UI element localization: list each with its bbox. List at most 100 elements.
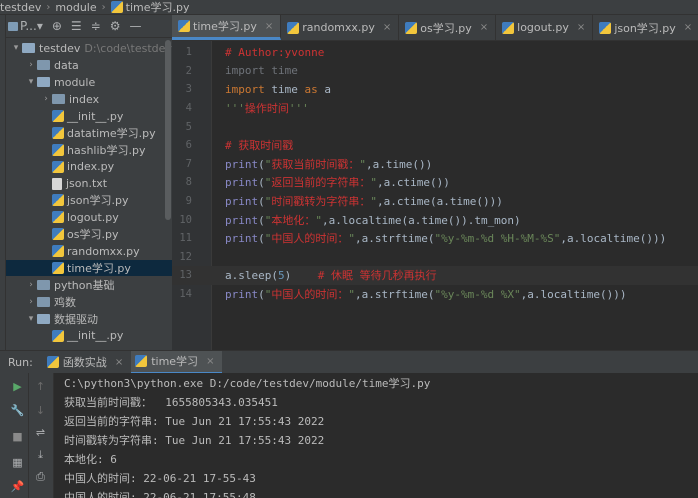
expand-all-icon[interactable]: ≑ bbox=[91, 19, 101, 33]
console-line: 本地化: 6 bbox=[64, 453, 117, 466]
code-line[interactable]: 14 print("中国人的时间：",a.strftime("%y-%m-%d %… bbox=[172, 285, 698, 304]
console-line: 获取当前时间戳： 1655805343.035451 bbox=[64, 396, 278, 409]
print-icon[interactable]: ⎙ bbox=[33, 469, 48, 484]
close-icon[interactable]: × bbox=[480, 22, 488, 33]
tree-item[interactable]: index.py bbox=[6, 158, 172, 175]
close-icon[interactable]: × bbox=[206, 356, 214, 367]
run-console[interactable]: C:\python3\python.exe D:/code/testdev/mo… bbox=[54, 373, 698, 498]
code-line[interactable]: 12 bbox=[172, 248, 698, 267]
close-icon[interactable]: × bbox=[265, 21, 273, 32]
close-icon[interactable]: × bbox=[383, 22, 391, 33]
wrench-icon[interactable]: 🔧 bbox=[10, 403, 25, 418]
code-line[interactable]: 5 bbox=[172, 117, 698, 136]
tree-item[interactable]: logout.py bbox=[6, 209, 172, 226]
editor-tab-label: logout.py bbox=[517, 21, 569, 34]
tree-item[interactable]: datatime学习.py bbox=[6, 124, 172, 141]
tree-item[interactable]: ▾ 数据驱动 bbox=[6, 310, 172, 327]
tree-item[interactable]: randomxx.py bbox=[6, 243, 172, 260]
code-line[interactable]: 4 '''操作时间''' bbox=[172, 99, 698, 118]
editor-tab[interactable]: logout.py × bbox=[496, 15, 594, 40]
code-text: import time as a bbox=[225, 83, 331, 96]
tree-item[interactable]: hashlib学习.py bbox=[6, 141, 172, 158]
editor-tab-label: json学习.py bbox=[614, 21, 676, 35]
stop-icon[interactable]: ■ bbox=[10, 429, 25, 444]
tree-item[interactable]: __init__.py bbox=[6, 327, 172, 344]
run-tab[interactable]: time学习 × bbox=[131, 350, 223, 374]
line-number: 12 bbox=[179, 250, 192, 263]
minimize-icon[interactable]: — bbox=[130, 19, 142, 33]
scroll-to-end-icon[interactable]: ⤓ bbox=[33, 447, 48, 462]
code-text: print("中国人的时间：",a.strftime("%y-%m-%d %X"… bbox=[225, 286, 627, 302]
code-line[interactable]: 8 print("返回当前的字符串：",a.ctime()) bbox=[172, 173, 698, 192]
folder-icon bbox=[22, 43, 35, 54]
code-line[interactable]: 3 import time as a bbox=[172, 80, 698, 99]
code-line[interactable]: 9 print("时间戳转为字符串：",a.ctime(a.time())) bbox=[172, 192, 698, 211]
chevron-right-icon: › bbox=[46, 1, 51, 13]
gear-icon[interactable]: ⚙ bbox=[110, 19, 121, 33]
tree-item[interactable]: › 鸡数 bbox=[6, 293, 172, 310]
arrow-down-icon[interactable]: ↓ bbox=[33, 403, 48, 418]
project-view-selector[interactable]: P... ▾ bbox=[8, 19, 43, 33]
code-token: ,a.ctime()) bbox=[377, 176, 450, 190]
close-icon[interactable]: × bbox=[684, 22, 692, 33]
tree-item[interactable]: json.txt bbox=[6, 175, 172, 192]
breadcrumb-file[interactable]: time学习.py bbox=[110, 0, 189, 15]
tree-item[interactable]: › python基础 bbox=[6, 276, 172, 293]
run-panel-header: Run: 函数实战 × time学习 × bbox=[0, 350, 698, 374]
code-line[interactable]: 1 # Author:yvonne bbox=[172, 43, 698, 62]
editor-tab[interactable]: time学习.py × bbox=[172, 15, 282, 40]
code-line[interactable]: 11 print("中国人的时间：",a.strftime("%y-%m-%d %… bbox=[172, 229, 698, 248]
code-text: print("本地化：",a.localtime(a.time()).tm_mo… bbox=[225, 212, 521, 228]
code-token: ,a.ctime(a.time())) bbox=[377, 195, 503, 209]
breadcrumb-project[interactable]: testdev bbox=[0, 1, 41, 14]
chevron-right-icon: › bbox=[101, 1, 106, 13]
code-token: " bbox=[370, 195, 377, 209]
close-icon[interactable]: × bbox=[577, 22, 585, 33]
folder-icon bbox=[37, 60, 50, 71]
close-icon[interactable]: × bbox=[115, 357, 123, 368]
tree-item[interactable]: ▾ module bbox=[6, 74, 172, 91]
breadcrumb-folder[interactable]: module bbox=[55, 1, 96, 14]
run-icon[interactable]: ▶ bbox=[10, 379, 25, 394]
tree-item-label: testdev bbox=[39, 41, 81, 55]
locate-file-icon[interactable]: ⊕ bbox=[52, 19, 62, 33]
pin-icon[interactable]: 📌 bbox=[10, 479, 25, 494]
code-token: ) bbox=[284, 269, 318, 283]
code-line[interactable]: 13 a.sleep(5) # 休眠 等待几秒再执行 bbox=[172, 266, 698, 285]
line-number: 7 bbox=[185, 157, 192, 170]
soft-wrap-icon[interactable]: ⇌ bbox=[33, 425, 48, 440]
tree-item-label: logout.py bbox=[67, 210, 119, 224]
run-tab[interactable]: 函数实战 × bbox=[43, 351, 131, 374]
tree-item[interactable]: json学习.py bbox=[6, 192, 172, 209]
code-line[interactable]: 2 import time bbox=[172, 62, 698, 81]
layout-icon[interactable]: ▦ bbox=[10, 455, 25, 470]
editor-tab[interactable]: json学习.py × bbox=[593, 15, 698, 40]
code-editor[interactable]: 1 # Author:yvonne 2 import time 3 import time… bbox=[172, 41, 698, 350]
code-line[interactable]: 7 print("获取当前时间戳：",a.time()) bbox=[172, 155, 698, 174]
tree-item-label: index.py bbox=[67, 160, 115, 174]
editor-tab[interactable]: os学习.py × bbox=[399, 15, 497, 40]
tree-item[interactable]: › data bbox=[6, 57, 172, 74]
tree-scrollbar[interactable] bbox=[165, 40, 171, 220]
code-line[interactable]: 10 print("本地化：",a.localtime(a.time()).tm_… bbox=[172, 210, 698, 229]
tree-item[interactable]: › index bbox=[6, 91, 172, 108]
code-token: 中国人的时间： bbox=[271, 288, 349, 302]
tree-item[interactable]: os学习.py bbox=[6, 226, 172, 243]
code-token: 中国人的时间： bbox=[271, 232, 349, 246]
chevron-right-icon: › bbox=[44, 94, 48, 105]
editor-tab[interactable]: randomxx.py × bbox=[281, 15, 400, 40]
tree-item[interactable]: __init__.py bbox=[6, 108, 172, 125]
arrow-up-icon[interactable]: ↑ bbox=[33, 379, 48, 394]
collapse-all-icon[interactable]: ☰ bbox=[71, 19, 82, 33]
python-file-icon bbox=[52, 194, 64, 207]
python-file-icon bbox=[178, 20, 190, 32]
code-token: ,a.time()) bbox=[366, 157, 433, 171]
folder-icon bbox=[8, 21, 18, 31]
code-line[interactable]: 6 # 获取时间戳 bbox=[172, 136, 698, 155]
code-text: print("时间戳转为字符串：",a.ctime(a.time())) bbox=[225, 193, 503, 209]
tree-item[interactable]: time学习.py bbox=[6, 259, 172, 277]
code-token: print bbox=[225, 176, 259, 190]
code-token: # 休眠 等待几秒再执行 bbox=[317, 269, 437, 283]
tree-item[interactable]: ▾ testdev D:\code\testdev bbox=[6, 40, 172, 57]
chevron-right-icon: › bbox=[29, 279, 33, 290]
